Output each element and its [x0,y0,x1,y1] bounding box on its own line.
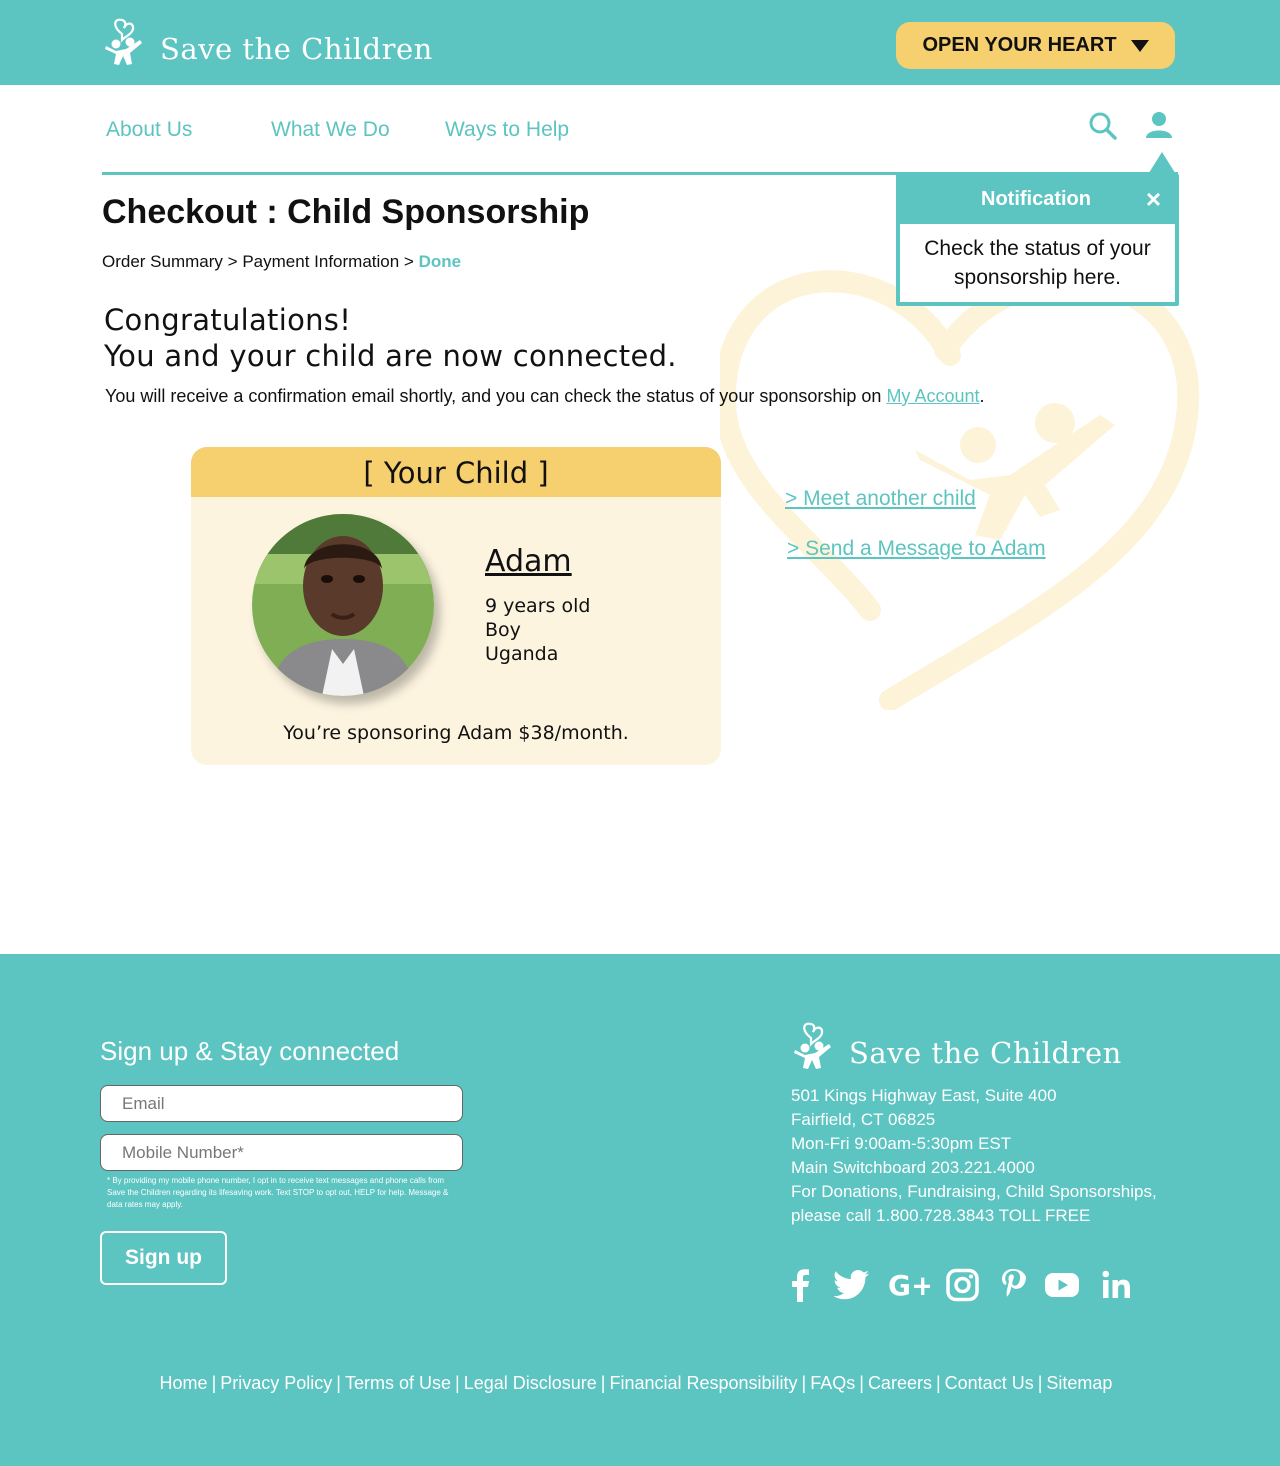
congratulations-message: Congratulations! You and your child are … [104,302,677,374]
nav-about-us[interactable]: About Us [106,118,192,142]
pinterest-icon[interactable] [1000,1268,1026,1302]
child-country: Uganda [485,643,559,665]
crumb-order-summary: Order Summary [102,252,223,271]
footer-link-careers[interactable]: Careers [868,1373,932,1393]
donations-line-1: For Donations, Fundraising, Child Sponso… [791,1182,1157,1201]
link-separator: | [455,1373,460,1393]
brand-name: Save the Children [160,32,433,66]
caret-down-icon [1130,39,1149,52]
sponsorship-amount: You’re sponsoring Adam $38/month. [283,722,629,744]
footer-link-financial-responsibility[interactable]: Financial Responsibility [609,1373,797,1393]
footer-link-privacy-policy[interactable]: Privacy Policy [220,1373,332,1393]
twitter-icon[interactable] [834,1268,870,1302]
nav-what-we-do[interactable]: What We Do [271,118,390,142]
google-plus-icon[interactable]: G+ [888,1268,930,1302]
signup-heading: Sign up & Stay connected [100,1036,400,1066]
logo-icon [105,18,142,65]
address-line-2: Fairfield, CT 06825 [791,1110,936,1129]
child-gender: Boy [485,619,521,641]
svg-text:G+: G+ [888,1269,930,1302]
footer-link-sitemap[interactable]: Sitemap [1046,1373,1112,1393]
footer-link-contact-us[interactable]: Contact Us [945,1373,1034,1393]
office-hours: Mon-Fri 9:00am-5:30pm EST [791,1134,1012,1153]
link-separator: | [336,1373,341,1393]
link-separator: | [1037,1373,1043,1393]
logo-icon [794,1022,831,1069]
youtube-icon[interactable] [1045,1268,1079,1302]
instagram-icon[interactable] [946,1268,979,1302]
child-photo [252,514,434,696]
congrats-line-1: Congratulations! [104,303,352,337]
child-card-title: [ Your Child ] [191,447,721,497]
notification-pointer [1147,152,1177,176]
link-separator: | [859,1373,864,1393]
confirmation-period: . [979,386,985,406]
breadcrumb: Order Summary > Payment Information > Do… [102,252,461,272]
footer: Sign up & Stay connected * By providing … [0,954,1280,1466]
send-message-link[interactable]: > Send a Message to Adam [787,537,1046,561]
crumb-separator: > [403,252,414,271]
congrats-line-2: You and your child are now connected. [104,339,677,373]
footer-link-home[interactable]: Home [160,1373,208,1393]
footer-brand-logo[interactable]: Save the Children [791,1020,1122,1072]
link-separator: | [801,1373,807,1393]
sign-up-button[interactable]: Sign up [100,1231,227,1285]
close-icon[interactable]: × [1146,184,1161,215]
email-field[interactable] [100,1085,463,1122]
child-name-link[interactable]: Adam [485,544,572,579]
cta-label: OPEN YOUR HEART [922,34,1117,56]
child-details: 9 years old Boy Uganda [485,594,590,666]
footer-link-legal-disclosure[interactable]: Legal Disclosure [464,1373,597,1393]
child-age: 9 years old [485,595,591,617]
nav-ways-to-help[interactable]: Ways to Help [445,118,569,142]
search-icon[interactable] [1088,111,1118,141]
heart-children-watermark-icon [720,270,1200,710]
page-title: Checkout : Child Sponsorship [102,193,590,231]
confirmation-body: You will receive a confirmation email sh… [105,386,882,406]
my-account-link[interactable]: My Account [886,386,979,406]
address-line-1: 501 Kings Highway East, Suite 400 [791,1086,1057,1105]
switchboard-number: Main Switchboard 203.221.4000 [791,1158,1035,1177]
child-card: [ Your Child ] Adam 9 years old Boy Ugan… [191,447,721,765]
crumb-done: Done [418,252,462,271]
user-account-icon[interactable] [1145,111,1173,139]
link-separator: | [600,1373,606,1393]
sms-disclaimer: * By providing my mobile phone number, I… [107,1176,449,1209]
link-separator: | [935,1373,941,1393]
footer-link-faqs[interactable]: FAQs [810,1373,855,1393]
confirmation-text: You will receive a confirmation email sh… [105,386,985,407]
top-bar: Save the Children OPEN YOUR HEART [0,0,1280,85]
notification-title: Notification [981,188,1091,210]
donations-line-2: please call 1.800.728.3843 TOLL FREE [791,1206,1091,1225]
contact-info: 501 Kings Highway East, Suite 400 Fairfi… [791,1084,1157,1228]
crumb-payment-information: Payment Information [242,252,400,271]
notification-popup: Notification × Check the status of your … [896,174,1179,306]
footer-link-terms-of-use[interactable]: Terms of Use [345,1373,451,1393]
facebook-icon[interactable] [788,1268,812,1302]
open-your-heart-button[interactable]: OPEN YOUR HEART [896,22,1175,69]
link-separator: | [211,1373,217,1393]
linkedin-icon[interactable] [1102,1268,1132,1302]
brand-logo[interactable]: Save the Children [102,16,433,68]
notification-body[interactable]: Check the status of your sponsorship her… [900,224,1175,302]
footer-brand-name: Save the Children [849,1036,1122,1070]
meet-another-child-link[interactable]: > Meet another child [785,487,976,511]
crumb-separator: > [227,252,238,271]
mobile-number-field[interactable] [100,1134,463,1171]
footer-links: Home | Privacy Policy | Terms of Use | Legal D… [0,1373,1272,1394]
